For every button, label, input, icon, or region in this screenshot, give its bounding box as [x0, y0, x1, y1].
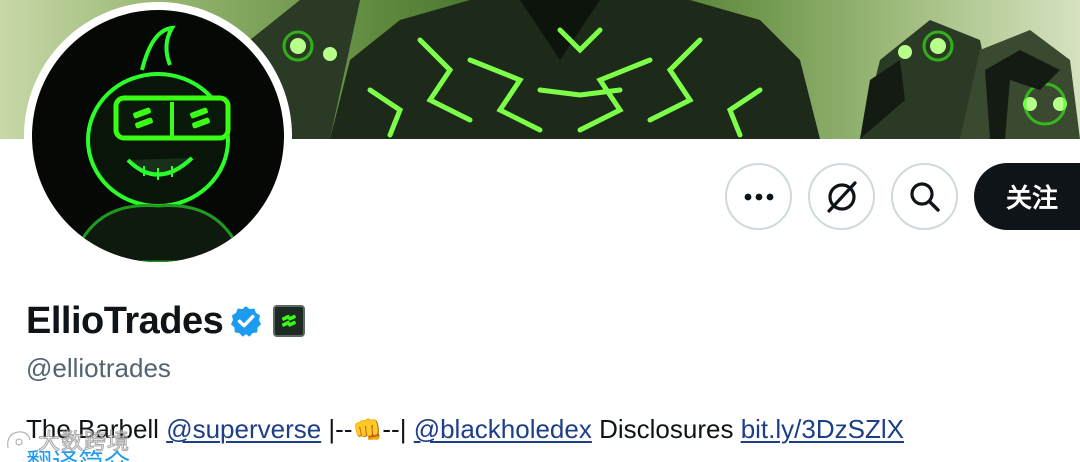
- bio-text: |--: [321, 414, 353, 444]
- profile-bio: The Barbell @superverse |--👊--| @blackho…: [26, 411, 904, 449]
- more-options-button[interactable]: [725, 163, 792, 230]
- avatar[interactable]: [24, 2, 292, 270]
- bio-mention-superverse[interactable]: @superverse: [166, 414, 321, 444]
- avatar-image: [32, 10, 284, 262]
- verified-badge-icon[interactable]: [229, 304, 263, 338]
- bio-text: Disclosures: [591, 414, 741, 444]
- bio-text: --|: [382, 414, 414, 444]
- affiliate-badge[interactable]: [273, 305, 306, 337]
- display-name: EllioTrades: [26, 300, 224, 342]
- grok-button[interactable]: [808, 163, 875, 230]
- profile-name-row: EllioTrades: [26, 298, 306, 344]
- bio-mention-blackholedex[interactable]: @blackholedex: [414, 414, 592, 444]
- grok-icon: [826, 180, 857, 213]
- watermark-text: 大数跨境: [37, 430, 131, 456]
- search-button[interactable]: [891, 163, 958, 230]
- watermark-logo-icon: [6, 430, 32, 449]
- fist-emoji: 👊: [352, 417, 383, 444]
- watermark: 大数跨境: [4, 424, 130, 456]
- affiliate-badge-icon: [282, 314, 297, 327]
- bio-link[interactable]: bit.ly/3DzSZlX: [741, 414, 904, 444]
- search-icon: [909, 181, 940, 212]
- more-dots-icon: [744, 193, 773, 200]
- profile-handle: @elliotrades: [26, 353, 171, 383]
- follow-button[interactable]: 关注: [974, 163, 1080, 230]
